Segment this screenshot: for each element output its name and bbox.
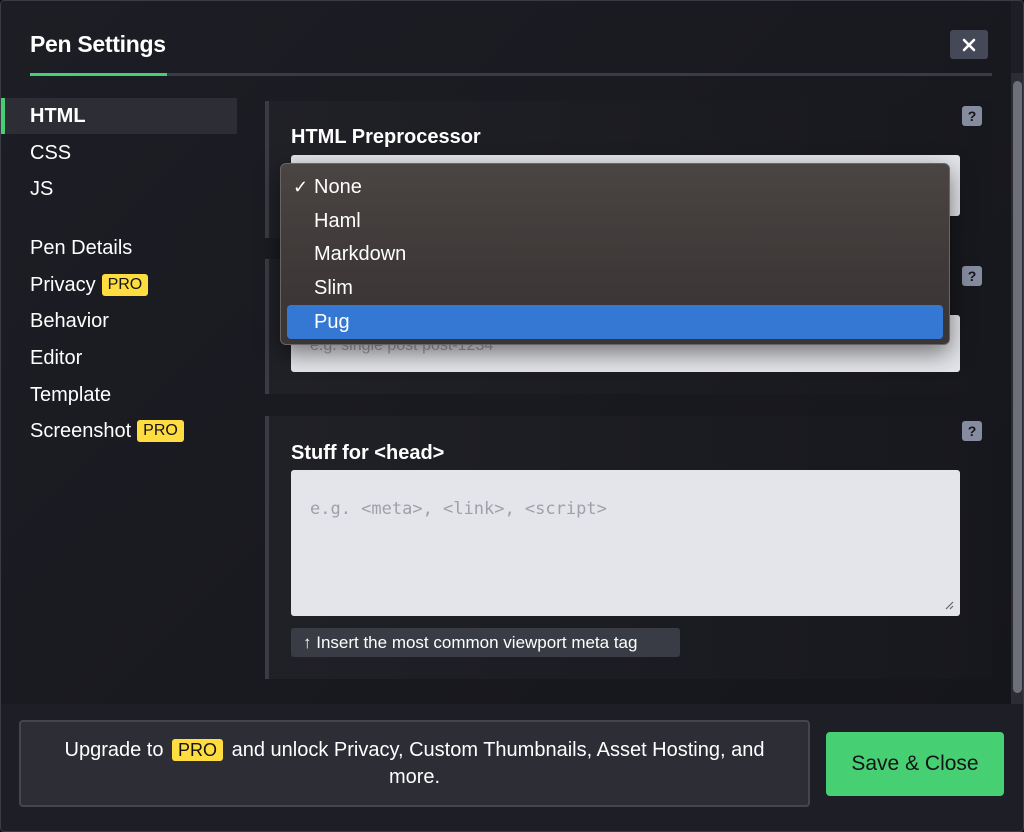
help-icon[interactable]: ?	[962, 106, 982, 126]
resize-handle-icon[interactable]	[944, 600, 954, 610]
sidebar-item-screenshot[interactable]: Screenshot PRO	[1, 413, 237, 449]
sidebar-item-css[interactable]: CSS	[1, 135, 237, 171]
head-label: Stuff for <head>	[291, 442, 445, 464]
head-textarea-placeholder: e.g. <meta>, <link>, <script>	[310, 499, 607, 519]
sidebar-item-html[interactable]: HTML	[1, 98, 237, 134]
sidebar-item-behavior[interactable]: Behavior	[1, 303, 237, 339]
header-divider	[30, 73, 992, 76]
sidebar-item-label: Editor	[30, 346, 83, 369]
help-icon[interactable]: ?	[962, 266, 982, 286]
dropdown-option-label: None	[314, 176, 362, 199]
scrollbar-thumb[interactable]	[1013, 81, 1022, 693]
sidebar-item-label: JS	[30, 177, 54, 200]
dropdown-option-slim[interactable]: Slim	[287, 272, 943, 306]
preprocessor-label: HTML Preprocessor	[291, 126, 481, 148]
sidebar-item-label: Screenshot	[30, 419, 132, 442]
dropdown-option-pug[interactable]: Pug	[287, 305, 943, 339]
dropdown-option-label: Haml	[314, 209, 361, 232]
sidebar-item-template[interactable]: Template	[1, 377, 237, 413]
dropdown-option-haml[interactable]: Haml	[287, 205, 943, 239]
dropdown-option-label: Slim	[314, 277, 353, 300]
pro-badge: PRO	[172, 738, 224, 761]
sidebar-item-label: CSS	[30, 141, 72, 164]
sidebar-item-pen-details[interactable]: Pen Details	[1, 230, 237, 266]
upgrade-banner[interactable]: Upgrade to PRO and unlock Privacy, Custo…	[19, 720, 810, 807]
dropdown-option-markdown[interactable]: Markdown	[287, 238, 943, 272]
close-icon	[962, 38, 976, 51]
upgrade-text-before: Upgrade to	[64, 738, 164, 761]
head-textarea[interactable]: e.g. <meta>, <link>, <script>	[291, 470, 960, 616]
dropdown-option-label: Markdown	[314, 243, 407, 266]
save-close-button[interactable]: Save & Close	[826, 732, 1004, 796]
sidebar-item-editor[interactable]: Editor	[1, 340, 237, 376]
preprocessor-dropdown-menu: ✓ None Haml Markdown Slim Pug	[280, 163, 950, 345]
header-accent-underline	[30, 73, 167, 76]
sidebar-item-label: Template	[30, 383, 112, 406]
sidebar-item-label: Pen Details	[30, 236, 133, 259]
sidebar-item-label: HTML	[30, 104, 86, 127]
help-icon[interactable]: ?	[962, 421, 982, 441]
upgrade-text: Upgrade to PRO and unlock Privacy, Custo…	[45, 737, 784, 791]
pro-badge: PRO	[101, 274, 149, 296]
dropdown-option-label: Pug	[314, 310, 350, 333]
insert-viewport-meta-button[interactable]: ↑ Insert the most common viewport meta t…	[291, 628, 680, 657]
pro-badge: PRO	[137, 420, 184, 442]
pen-settings-modal: Pen Settings HTML CSS JS Pen Details Pri…	[0, 0, 1024, 832]
sidebar-item-privacy[interactable]: Privacy PRO	[1, 267, 237, 303]
checkmark-icon: ✓	[293, 177, 309, 198]
modal-title: Pen Settings	[30, 31, 166, 57]
sidebar-item-label: Privacy	[30, 273, 96, 296]
dropdown-option-none[interactable]: ✓ None	[287, 171, 943, 205]
sidebar-item-label: Behavior	[30, 309, 109, 332]
upgrade-text-after: and unlock Privacy, Custom Thumbnails, A…	[231, 738, 765, 788]
sidebar-item-js[interactable]: JS	[1, 171, 237, 207]
close-button[interactable]	[950, 30, 988, 59]
